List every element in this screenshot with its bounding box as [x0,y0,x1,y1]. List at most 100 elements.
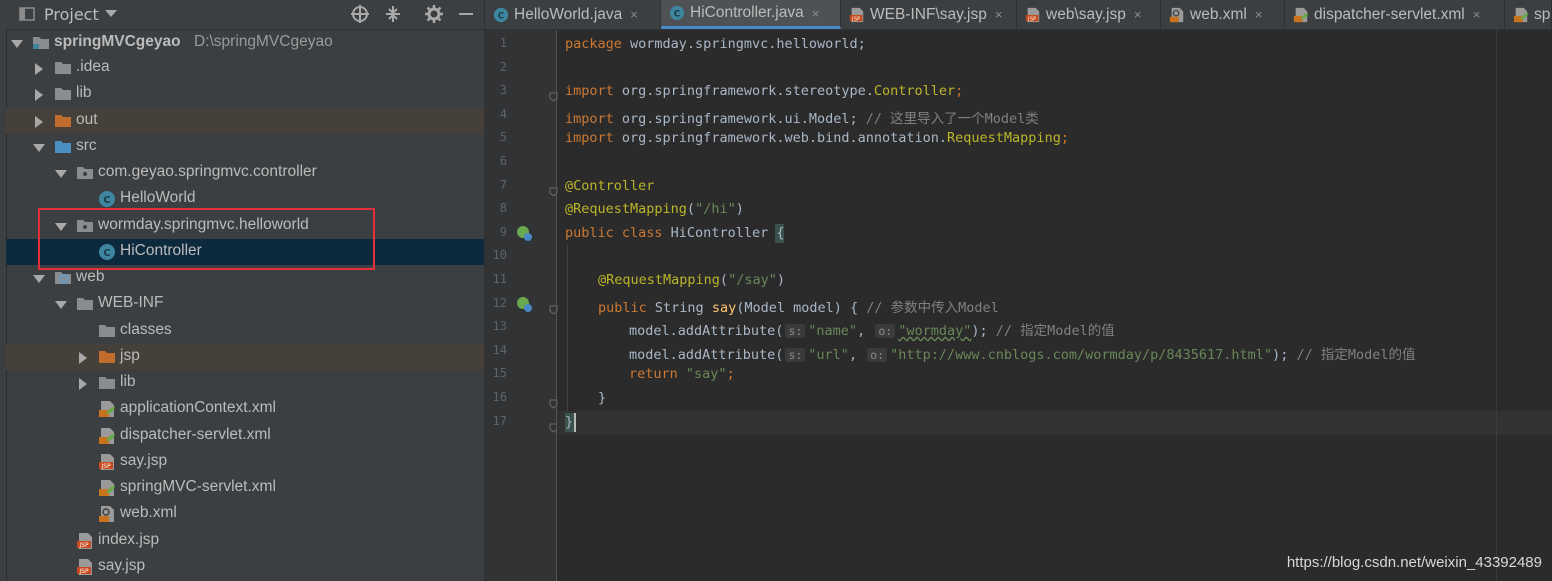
collapse-icon[interactable] [382,3,404,25]
tree-item[interactable]: springMVC-servlet.xml [6,475,484,501]
line-number: 3 [499,83,507,98]
param-hint: s: [785,324,806,339]
code-token: ) [735,201,744,218]
tree-item-label: web.xml [120,504,177,521]
tree-item[interactable]: com.geyao.springmvc.controller [6,160,484,186]
code-token: ( [686,201,696,218]
param-hint: o: [867,347,888,362]
editor-tab[interactable]: JSP WEB-INF\say.jsp × [841,0,1017,29]
tree-item[interactable]: JSP say.jsp [6,449,484,475]
code-token: @RequestMapping [598,272,720,288]
orange-folder-icon [54,112,72,130]
expanded-arrow-icon[interactable] [32,271,46,285]
close-tab-icon[interactable]: × [995,7,1003,22]
tree-item[interactable]: WEB-INF [6,291,484,317]
code-token: "/say" [728,272,777,288]
collapsed-arrow-icon[interactable] [32,114,46,128]
right-margin-guide [1496,30,1497,581]
code-editor[interactable]: 1 2 3 4 5 6 7 8 9 10 11 12 13 14 15 16 17 package wormda… [485,30,1552,581]
module-folder-icon [32,34,50,52]
web-xml-icon [98,505,116,523]
tree-item-label: src [76,137,97,154]
collapsed-arrow-icon[interactable] [76,376,90,390]
tree-item-label: say.jsp [120,452,168,469]
collapsed-arrow-icon[interactable] [32,61,46,75]
close-tab-icon[interactable]: × [1134,7,1142,22]
collapsed-arrow-icon[interactable] [32,87,46,101]
line-number: 10 [492,248,507,263]
jsp-file-icon: JSP [76,558,94,576]
tree-item[interactable]: lib [6,370,484,396]
code-token: ; [1060,130,1069,147]
tree-item[interactable]: springMVCgeyao D:\springMVCgeyao [6,30,484,56]
expanded-arrow-icon[interactable] [10,36,24,50]
svg-text:JSP: JSP [100,463,111,470]
text-caret [574,412,576,432]
expanded-arrow-icon[interactable] [54,297,68,311]
current-line-highlight [557,411,1552,435]
line-number: 5 [499,130,507,145]
close-tab-icon[interactable]: × [1473,7,1481,22]
gear-icon[interactable] [423,3,445,25]
code-token: wormday.springmvc.helloworld; [621,36,866,52]
close-tab-icon[interactable]: × [1255,7,1263,22]
code-token: ) [776,272,785,288]
java-class-icon: C [669,5,685,21]
code-token: // 这里导入了一个Model类 [865,110,1039,127]
chevron-down-icon[interactable] [100,3,122,25]
code-line: public String say(Model model) { // 参数中传… [598,296,999,316]
code-line: model.addAttribute(s: "name", o: "wormday"… [629,319,1115,339]
spring-xml-icon [98,400,116,418]
spring-bean-gutter-icon[interactable] [515,224,533,246]
tree-item[interactable]: src [6,134,484,160]
code-token: model.addAttribute( [629,346,784,363]
code-token: @RequestMapping [565,201,687,218]
project-view-icon [16,3,38,25]
tree-item-label: web [76,268,105,285]
folder-icon [54,85,72,103]
editor-tab[interactable]: sp [1505,0,1552,29]
orange-folder-icon [98,348,116,366]
tree-item-label: lib [120,373,136,390]
editor-tab[interactable]: C HiController.java × [661,0,841,29]
tree-item-label: index.jsp [98,531,160,548]
tree-item[interactable]: web.xml [6,501,484,527]
line-number: 16 [492,390,507,404]
tree-item[interactable]: applicationContext.xml [6,396,484,422]
code-token: // 指定Model的值 [1296,346,1416,363]
tree-item[interactable]: dispatcher-servlet.xml [6,423,484,449]
code-token: public class [565,224,663,241]
tree-item[interactable]: .idea [6,55,484,81]
expanded-arrow-icon[interactable] [32,140,46,154]
folder-icon [98,322,116,340]
code-line: return "say"; [629,366,735,382]
editor-tab-label: web.xml [1190,5,1247,23]
project-panel-title[interactable]: Project [44,5,99,24]
code-line: @RequestMapping("/hi") [565,201,744,217]
code-token: } [598,390,607,406]
collapsed-arrow-icon[interactable] [76,350,90,364]
code-line: @RequestMapping("/say") [598,272,785,288]
expanded-arrow-icon[interactable] [54,166,68,180]
editor-tab[interactable]: dispatcher-servlet.xml × [1285,0,1505,29]
close-tab-icon[interactable]: × [630,7,638,22]
locate-icon[interactable] [349,3,371,25]
folder-icon [98,374,116,392]
editor-tab[interactable]: C HelloWorld.java × [485,0,661,29]
tree-item[interactable]: lib [6,81,484,107]
tree-item[interactable]: classes [6,318,484,344]
tree-item[interactable]: jsp [6,344,484,370]
close-tab-icon[interactable]: × [812,6,820,21]
code-token: } [565,413,574,430]
code-token: "wormday" [898,323,972,340]
editor-tab[interactable]: JSP web\say.jsp × [1017,0,1161,29]
minimize-icon[interactable] [455,3,477,25]
code-token: ; [955,83,964,100]
tree-item-label: HelloWorld [120,189,196,206]
project-panel: Project springMVCgeyao D:\springMVCgeyao.… [0,0,485,581]
tree-item[interactable]: JSP index.jsp [6,528,484,554]
tree-item[interactable]: out [6,108,484,134]
editor-tab[interactable]: web.xml × [1161,0,1285,29]
spring-bean-gutter-icon[interactable] [515,295,533,317]
tree-item[interactable]: JSP say.jsp [6,554,484,580]
